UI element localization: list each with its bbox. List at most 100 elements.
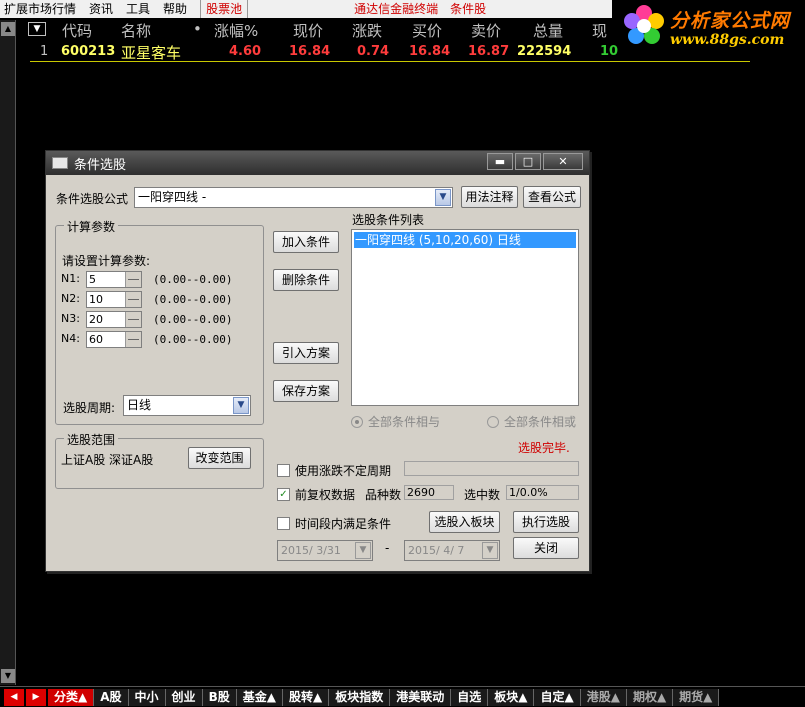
param-n4-stepper[interactable]: 60	[86, 331, 142, 348]
param-n1-label: N1:	[61, 272, 80, 285]
menu-item-news[interactable]: 资讯	[85, 0, 122, 18]
tab-hk-us-link[interactable]: 港美联动	[390, 688, 452, 706]
tab-block-index[interactable]: 板块指数	[329, 688, 391, 706]
radio-and[interactable]: 全部条件相与	[351, 413, 440, 430]
scope-group-title: 选股范围	[64, 431, 119, 448]
col-header-volume[interactable]: 总量	[533, 20, 563, 41]
import-scheme-button[interactable]: 引入方案	[273, 342, 339, 364]
minimize-icon[interactable]: ▬	[487, 153, 513, 170]
formula-select[interactable]: 一阳穿四线 - ▼	[134, 187, 453, 208]
prev-tab-icon[interactable]: ◀	[4, 688, 24, 706]
condition-list[interactable]: 一阳穿四线 (5,10,20,60) 日线	[351, 229, 579, 406]
close-icon[interactable]: ✕	[543, 153, 583, 170]
tab-sme[interactable]: 中小	[128, 688, 166, 706]
param-n3-label: N3:	[61, 312, 80, 325]
row-name[interactable]: 亚星客车	[121, 42, 181, 62]
period-checkbox[interactable]: 时间段内满足条件	[277, 515, 391, 532]
checkbox-icon[interactable]	[277, 517, 290, 530]
tab-funds[interactable]: 基金▲	[236, 688, 283, 706]
spin-icon[interactable]	[125, 312, 141, 327]
col-header-price[interactable]: 现价	[293, 20, 323, 41]
menu-item-stock-pool[interactable]: 股票池	[200, 0, 249, 18]
date-from-picker[interactable]: 2015/ 3/31 ▼	[277, 540, 373, 561]
maximize-icon[interactable]: □	[515, 153, 541, 170]
window-controls: ▬ □ ✕	[485, 153, 583, 170]
scroll-up-icon[interactable]: ▲	[1, 22, 15, 36]
volatility-label: 使用涨跌不定周期	[295, 464, 392, 478]
save-scheme-button[interactable]: 保存方案	[273, 380, 339, 402]
usage-button[interactable]: 用法注释	[461, 186, 518, 208]
tab-b-shares[interactable]: B股	[202, 688, 237, 706]
to-block-button[interactable]: 选股入板块	[429, 511, 500, 533]
menu-item-condition-stock[interactable]: 条件股	[444, 0, 492, 18]
checkmark-icon[interactable]: ✓	[277, 488, 290, 501]
tab-stock-transfer[interactable]: 股转▲	[282, 688, 330, 706]
volatility-checkbox[interactable]: 使用涨跌不定周期	[277, 462, 391, 479]
spin-icon[interactable]	[125, 272, 141, 287]
param-n2-stepper[interactable]: 10	[86, 291, 142, 308]
run-selection-button[interactable]: 执行选股	[513, 511, 579, 533]
delete-condition-button[interactable]: 删除条件	[273, 269, 339, 291]
period-checkbox-label: 时间段内满足条件	[295, 517, 392, 531]
param-n3-stepper[interactable]: 20	[86, 311, 142, 328]
checkbox-icon[interactable]	[277, 464, 290, 477]
param-n3-value: 20	[89, 313, 103, 326]
formula-select-value: 一阳穿四线 -	[138, 190, 207, 204]
col-header-change[interactable]: 涨跌	[352, 20, 382, 41]
radio-and-icon[interactable]	[351, 415, 363, 428]
chevron-down-icon[interactable]: ▼	[482, 542, 498, 559]
col-header-change-pct[interactable]: 涨幅%	[214, 20, 258, 41]
status-text: 选股完毕.	[518, 441, 570, 455]
row-change: 0.74	[357, 44, 390, 59]
next-tab-icon[interactable]: ▶	[26, 688, 46, 706]
date-to-picker[interactable]: 2015/ 4/ 7 ▼	[404, 540, 500, 561]
tab-chinext[interactable]: 创业	[165, 688, 203, 706]
chevron-down-icon[interactable]: ▼	[435, 189, 451, 206]
col-header-ask[interactable]: 卖价	[471, 20, 501, 41]
adjust-checkbox[interactable]: ✓ 前复权数据	[277, 486, 355, 503]
menu-item-help[interactable]: 帮助	[159, 0, 196, 18]
dialog-titlebar[interactable]: 条件选股 ▬ □ ✕	[46, 151, 589, 175]
count-value: 2690	[404, 485, 454, 500]
tab-hk-stocks[interactable]: 港股▲	[580, 688, 627, 706]
spin-icon[interactable]	[125, 332, 141, 347]
tab-nav: ◀ ▶	[4, 688, 48, 706]
chevron-down-icon[interactable]: ▼	[233, 397, 249, 414]
tab-watchlist[interactable]: 自选	[451, 688, 489, 706]
col-header-name[interactable]: 名称	[121, 20, 151, 41]
dialog-window-icon	[52, 157, 68, 169]
row-code[interactable]: 600213	[61, 44, 115, 60]
condition-list-label: 选股条件列表	[352, 213, 425, 227]
param-n1-range: (0.00--0.00)	[153, 273, 233, 286]
col-header-bid[interactable]: 买价	[412, 20, 442, 41]
tab-a-shares[interactable]: A股	[94, 688, 129, 706]
tab-blocks[interactable]: 板块▲	[488, 688, 535, 706]
chevron-down-icon[interactable]: ▼	[355, 542, 371, 559]
tab-options[interactable]: 期权▲	[626, 688, 674, 706]
add-condition-button[interactable]: 加入条件	[273, 231, 339, 253]
menu-item-extended-market[interactable]: 扩展市场行情	[0, 0, 85, 18]
spin-icon[interactable]	[125, 292, 141, 307]
menu-item-tools[interactable]: 工具	[122, 0, 159, 18]
scroll-down-icon[interactable]: ▼	[1, 669, 15, 683]
hit-label: 选中数	[464, 488, 501, 502]
tab-futures[interactable]: 期货▲	[673, 688, 720, 706]
vertical-scrollbar[interactable]: ▲ ▼	[0, 20, 16, 685]
list-item[interactable]: 一阳穿四线 (5,10,20,60) 日线	[354, 232, 576, 248]
view-formula-button[interactable]: 查看公式	[523, 186, 581, 208]
period-select[interactable]: 日线 ▼	[123, 395, 251, 416]
radio-or-icon[interactable]	[487, 415, 499, 428]
close-button[interactable]: 关闭	[513, 537, 579, 559]
date-separator: -	[385, 541, 390, 555]
param-n1-stepper[interactable]: 5	[86, 271, 142, 288]
col-header-current[interactable]: 现	[592, 20, 607, 41]
change-scope-button[interactable]: 改变范围	[188, 447, 251, 469]
radio-or[interactable]: 全部条件相或	[487, 413, 576, 430]
params-hint: 请设置计算参数:	[62, 254, 151, 268]
sort-toggle-icon[interactable]: ▼	[28, 22, 46, 36]
tab-category[interactable]: 分类▲	[48, 688, 95, 706]
col-header-code[interactable]: 代码	[62, 20, 92, 41]
site-logo: 分析家公式网 www.88gs.com	[612, 0, 805, 55]
adjust-label: 前复权数据	[295, 488, 356, 502]
tab-custom[interactable]: 自定▲	[534, 688, 581, 706]
